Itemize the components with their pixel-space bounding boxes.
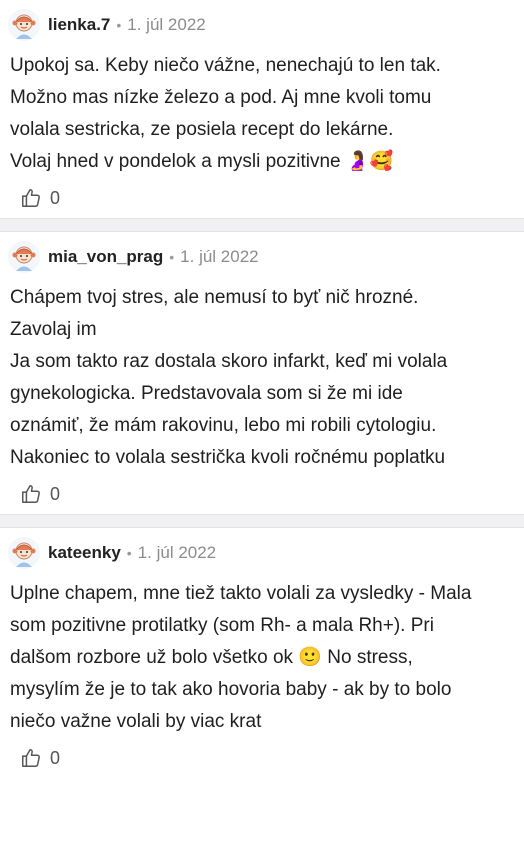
comment-line: Ja som takto raz dostala skoro infarkt, … (10, 351, 448, 372)
avatar-girl-icon (12, 542, 36, 567)
comment-line: dalšom rozbore už bolo všetko ok 🙂 No st… (10, 647, 413, 668)
comment-line: Upokoj sa. Keby niečo vážne, nenechajú t… (10, 55, 441, 76)
comment-line: oznámiť, že mám rakovinu, lebo mi robili… (10, 415, 437, 436)
username[interactable]: kateenky (48, 543, 121, 563)
comment-date: 1. júl 2022 (180, 247, 259, 266)
comment-date: 1. júl 2022 (137, 543, 217, 562)
like-button[interactable]: 0 (0, 474, 524, 514)
comment-header: kateenky • 1. júl 2022 (0, 528, 524, 578)
avatar[interactable] (8, 537, 40, 569)
separator-dot: • (126, 545, 132, 561)
comment-divider (0, 514, 524, 528)
comment-line: som pozitivne protilatky (som Rh- a mala… (10, 615, 434, 636)
like-count: 0 (50, 483, 61, 504)
comment-line: Chápem tvoj stres, ale nemusí to byť nič… (10, 287, 419, 308)
comment-line: niečo važne volali by viac krat (10, 711, 262, 732)
comment-line: mysylím že je to tak ako hovoria baby - … (10, 679, 452, 700)
separator-dot: • (169, 249, 175, 265)
comment-line: Volaj hned v pondelok a mysli pozitivne … (10, 151, 394, 172)
avatar-girl-icon (12, 14, 36, 39)
username[interactable]: lienka.7 (48, 15, 110, 35)
comment-line: Zavolaj im (10, 319, 97, 340)
avatar[interactable] (8, 241, 40, 273)
comment-header: mia_von_prag • 1. júl 2022 (0, 232, 524, 282)
comment-body: Chápem tvoj stres, ale nemusí to byť nič… (0, 282, 524, 474)
comment-line: gynekologicka. Predstavovala som si že m… (10, 383, 403, 404)
comment-body: Uplne chapem, mne tiež takto volali za v… (0, 578, 524, 738)
comment-line: Nakoniec to volala sestrička kvoli ročné… (10, 447, 446, 468)
comment-card: lienka.7 • 1. júl 2022 Upokoj sa. Keby n… (0, 0, 524, 218)
comment-divider (0, 218, 524, 232)
avatar-girl-icon (12, 246, 36, 271)
comment-date: 1. júl 2022 (127, 15, 206, 34)
like-count: 0 (50, 187, 61, 208)
like-count: 0 (50, 747, 61, 768)
thumbs-up-icon (22, 749, 40, 767)
thumbs-up-icon (22, 189, 40, 207)
comment-body: Upokoj sa. Keby niečo vážne, nenechajú t… (0, 50, 524, 178)
comment-line: volala sestricka, ze posiela recept do l… (10, 119, 394, 140)
thumbs-up-icon (22, 485, 40, 503)
comment-line: Uplne chapem, mne tiež takto volali za v… (10, 583, 472, 604)
like-button[interactable]: 0 (0, 738, 524, 778)
comment-line: Možno mas nízke železo a pod. Aj mne kvo… (10, 87, 432, 108)
username[interactable]: mia_von_prag (48, 247, 163, 267)
like-button[interactable]: 0 (0, 178, 524, 218)
comment-card: mia_von_prag • 1. júl 2022 Chápem tvoj s… (0, 232, 524, 514)
separator-dot: • (116, 17, 122, 33)
comment-card: kateenky • 1. júl 2022 Uplne chapem, mne… (0, 528, 524, 778)
avatar[interactable] (8, 9, 40, 41)
comment-header: lienka.7 • 1. júl 2022 (0, 0, 524, 50)
